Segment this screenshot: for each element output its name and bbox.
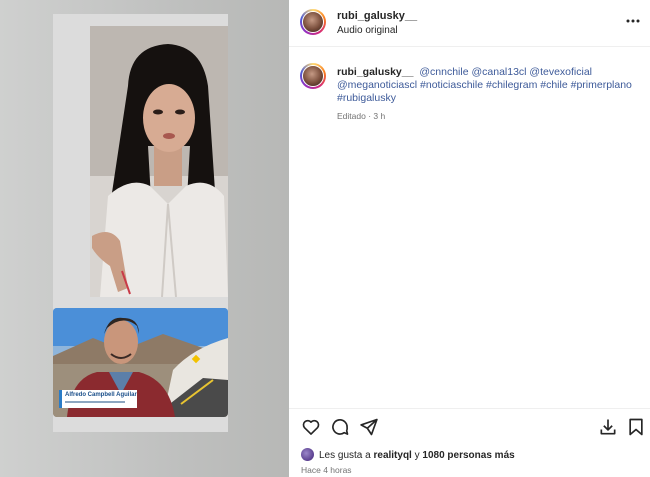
author-username[interactable]: rubi_galusky__	[337, 10, 417, 22]
liker-avatar[interactable]	[301, 448, 314, 461]
likes-connector: y	[411, 450, 423, 461]
caption-username[interactable]: rubi_galusky__	[337, 66, 413, 78]
save-icon[interactable]	[626, 417, 646, 437]
post-media[interactable]: Alfredo Campbell Aguilar	[0, 0, 289, 477]
lower-third-subtitle-bar	[65, 401, 125, 403]
heart-icon[interactable]	[301, 417, 321, 437]
likes-first-user[interactable]: realityql	[373, 450, 411, 461]
likes-summary[interactable]: Les gusta a realityql y 1080 personas má…	[319, 450, 515, 461]
post-details: rubi_galusky__ Audio original rubi_galus…	[289, 0, 650, 477]
more-horizontal-icon[interactable]	[625, 13, 641, 29]
download-icon[interactable]	[598, 417, 618, 437]
comment-icon[interactable]	[330, 417, 350, 437]
post-timestamp: Hace 4 horas	[301, 465, 352, 475]
post-caption: rubi_galusky__ @cnnchile @canal13cl @tev…	[337, 66, 637, 105]
post-header: rubi_galusky__ Audio original	[289, 0, 650, 47]
actions-divider	[289, 408, 650, 409]
lower-third-name: Alfredo Campbell Aguilar	[65, 392, 137, 398]
likes-prefix: Les gusta a	[319, 450, 374, 461]
caption-avatar[interactable]	[300, 63, 326, 89]
inset-video[interactable]: Alfredo Campbell Aguilar	[53, 308, 228, 417]
likes-others[interactable]: 1080 personas más	[422, 450, 514, 461]
main-video[interactable]	[90, 26, 228, 297]
lower-third: Alfredo Campbell Aguilar	[59, 390, 137, 408]
caption-meta: Editado · 3 h	[337, 111, 386, 121]
audio-link[interactable]: Audio original	[337, 25, 398, 36]
author-avatar[interactable]	[300, 9, 326, 35]
woman-figure	[90, 26, 228, 297]
share-icon[interactable]	[359, 417, 379, 437]
